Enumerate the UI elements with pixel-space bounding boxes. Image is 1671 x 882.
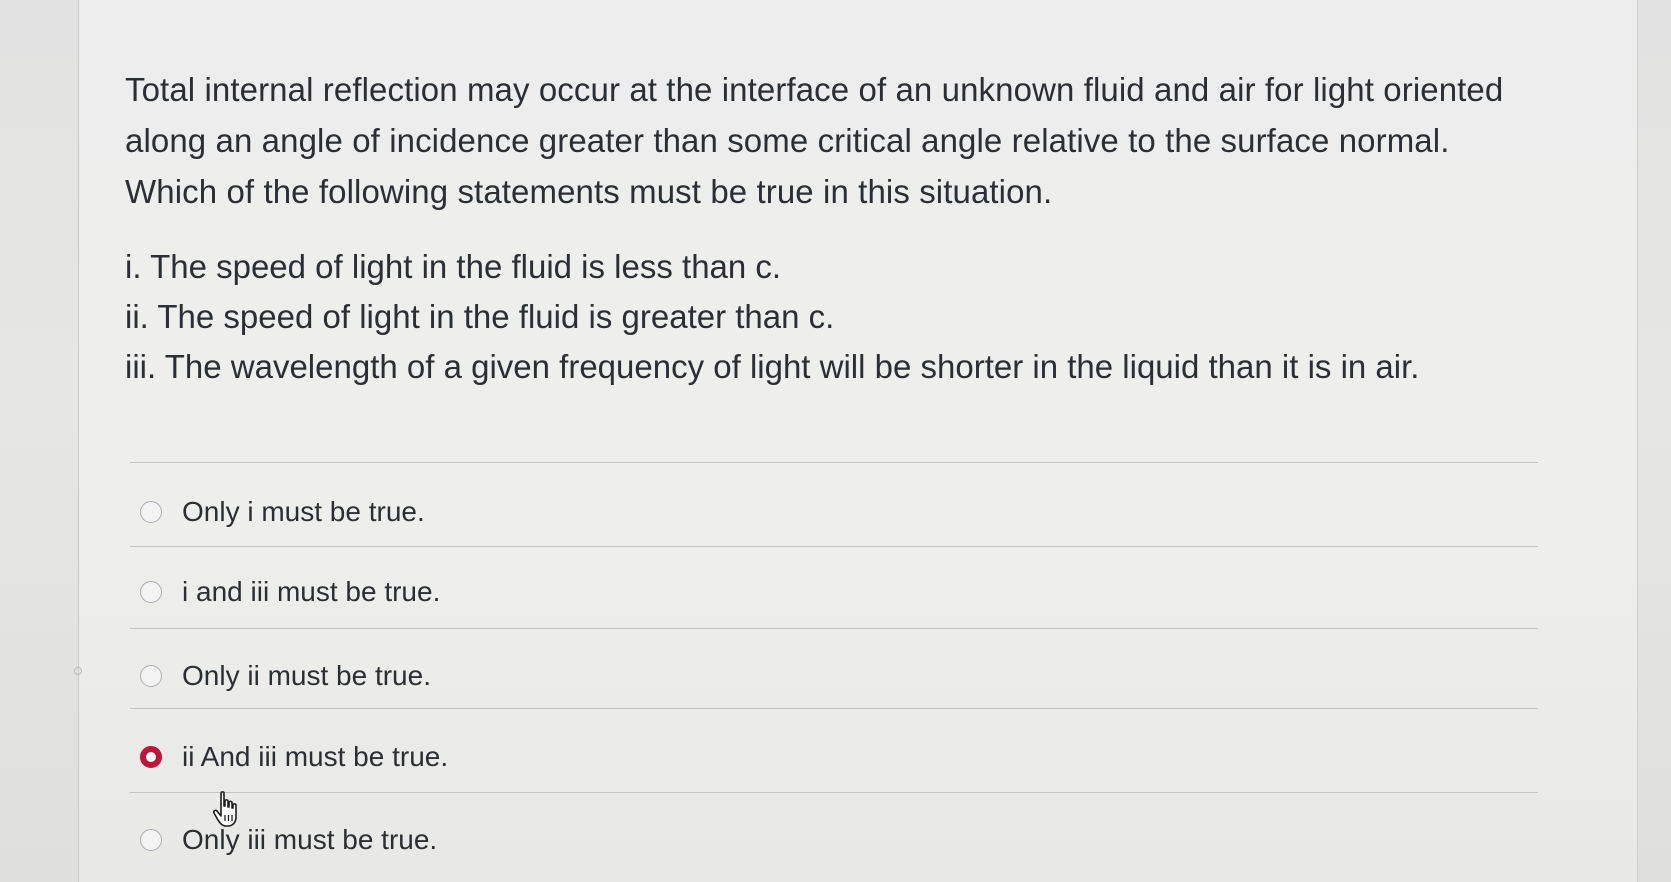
radio-button-4-selected[interactable] bbox=[140, 746, 162, 768]
answer-label-2: i and iii must be true. bbox=[182, 576, 441, 607]
radio-button-3[interactable] bbox=[140, 665, 162, 687]
answer-option-3[interactable]: Only ii must be true. bbox=[140, 654, 1520, 698]
question-text: Total internal reflection may occur at t… bbox=[125, 71, 1504, 210]
answer-divider bbox=[130, 628, 1538, 629]
statement-list: i. The speed of light in the fluid is le… bbox=[125, 242, 1545, 392]
radio-button-5[interactable] bbox=[140, 829, 162, 851]
answer-divider bbox=[130, 546, 1538, 547]
answer-option-4[interactable]: ii And iii must be true. bbox=[140, 735, 1520, 779]
hand-pointer-icon bbox=[212, 791, 237, 827]
side-marker bbox=[74, 667, 82, 675]
answer-label-1: Only i must be true. bbox=[182, 496, 425, 527]
answer-divider bbox=[130, 792, 1538, 793]
radio-button-1[interactable] bbox=[140, 501, 162, 523]
statement-iii: iii. The wavelength of a given frequency… bbox=[125, 348, 1420, 385]
answer-divider bbox=[130, 708, 1538, 709]
answer-divider bbox=[130, 462, 1538, 463]
answer-label-3: Only ii must be true. bbox=[182, 660, 431, 691]
answer-option-1[interactable]: Only i must be true. bbox=[140, 490, 1520, 534]
statement-i: i. The speed of light in the fluid is le… bbox=[125, 248, 782, 285]
radio-button-2[interactable] bbox=[140, 581, 162, 603]
answer-option-5[interactable]: Only iii must be true. bbox=[140, 818, 1520, 862]
answer-option-2[interactable]: i and iii must be true. bbox=[140, 570, 1520, 614]
answer-label-4: ii And iii must be true. bbox=[182, 741, 449, 772]
statement-ii: ii. The speed of light in the fluid is g… bbox=[125, 298, 835, 335]
